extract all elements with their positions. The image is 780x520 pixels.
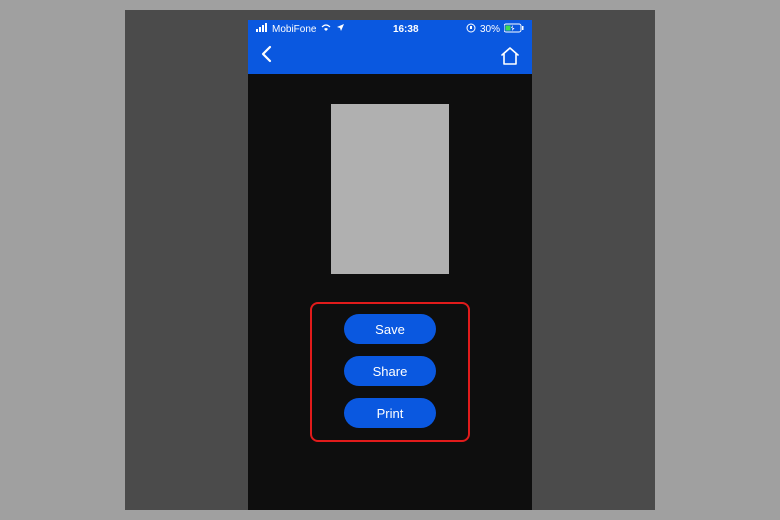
phone-screen: MobiFone 16:38 30% [248,20,532,510]
print-button-label: Print [377,406,404,421]
home-button[interactable] [500,47,520,65]
print-button[interactable]: Print [344,398,436,428]
signal-icon [256,23,268,35]
content-area: Save Share Print [248,74,532,442]
status-right: 30% [466,23,524,36]
share-button[interactable]: Share [344,356,436,386]
save-button[interactable]: Save [344,314,436,344]
status-bar: MobiFone 16:38 30% [248,20,532,38]
battery-label: 30% [480,24,500,35]
share-button-label: Share [373,364,408,379]
battery-icon [504,23,524,36]
action-button-group: Save Share Print [310,302,470,442]
carrier-label: MobiFone [272,24,316,35]
status-left: MobiFone [256,23,345,35]
wifi-icon [320,23,332,35]
save-button-label: Save [375,322,405,337]
outer-frame: MobiFone 16:38 30% [125,10,655,510]
orientation-lock-icon [466,23,476,36]
back-button[interactable] [260,45,272,67]
status-time: 16:38 [393,24,419,35]
nav-bar [248,38,532,74]
location-icon [336,23,345,35]
document-preview[interactable] [331,104,449,274]
